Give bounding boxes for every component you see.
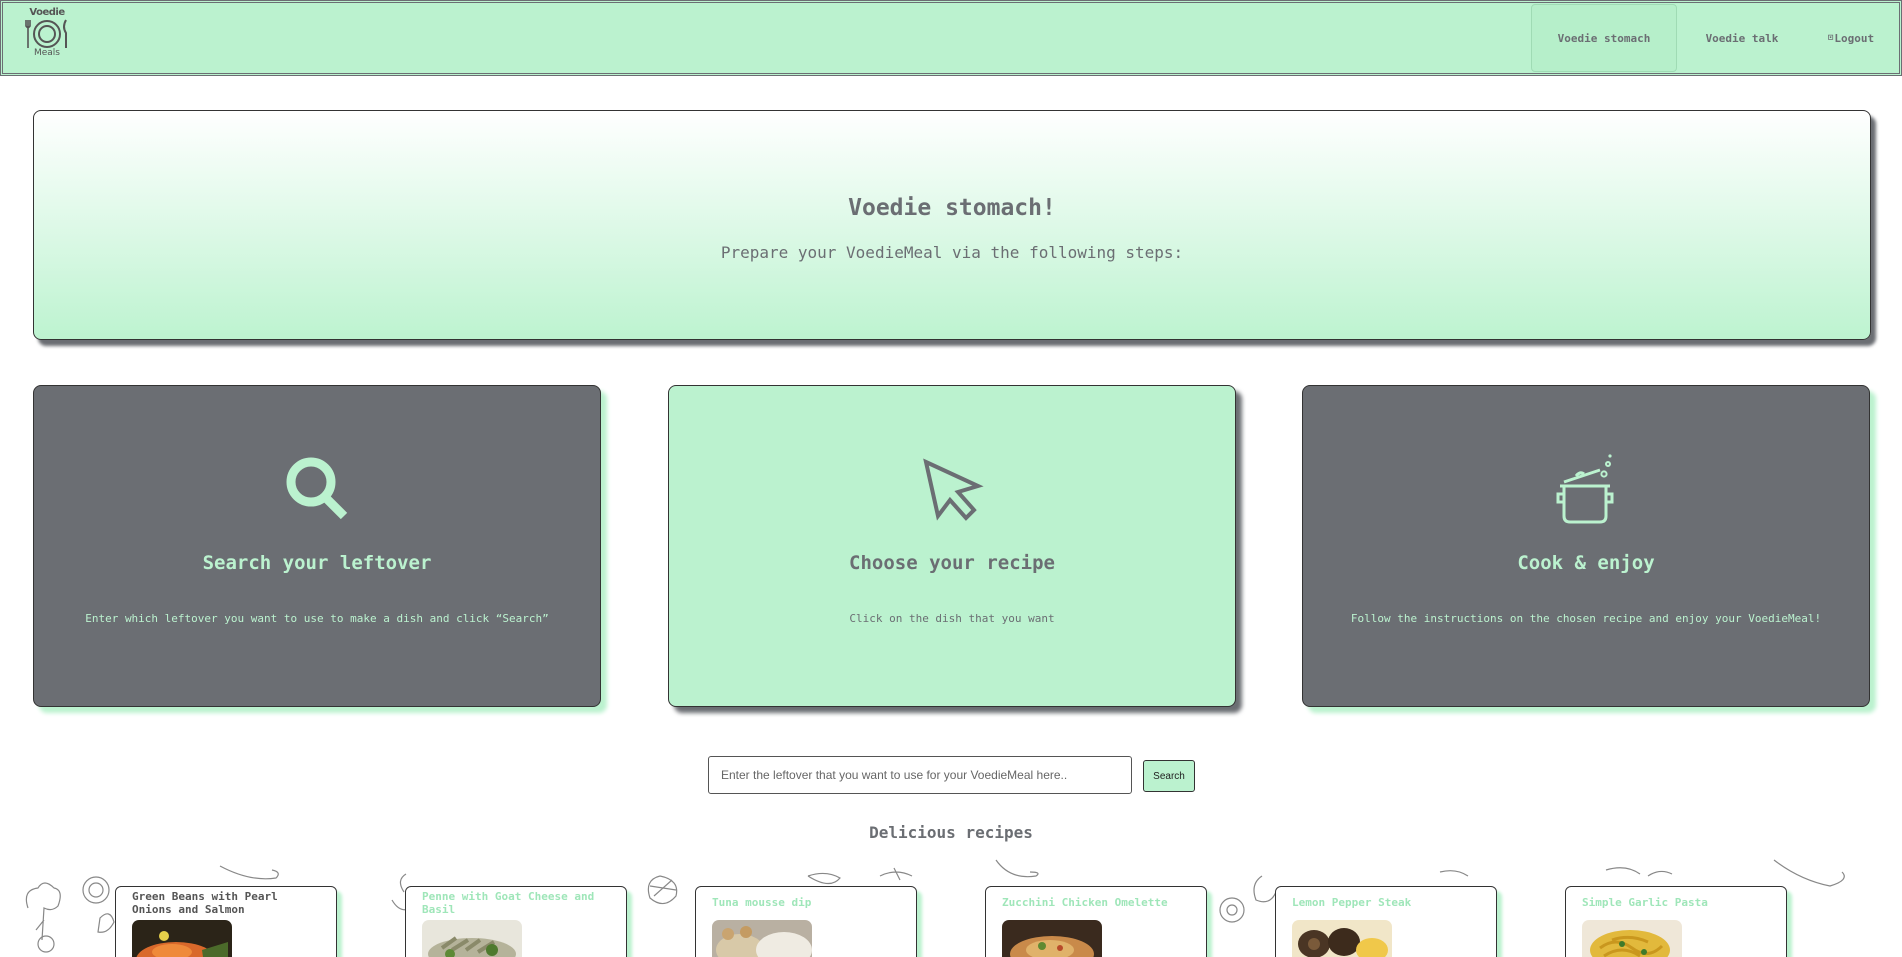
- nav-voedie-stomach[interactable]: Voedie stomach: [1531, 4, 1677, 72]
- magnifier-icon: [286, 457, 348, 520]
- recipe-card[interactable]: Zucchini Chicken Omelette: [985, 886, 1207, 957]
- navbar: Voedie Meals Voedie stomach Voedie talk …: [0, 0, 1902, 76]
- recipe-title: Tuna mousse dip: [712, 896, 812, 909]
- logo-text-bottom: Meals: [33, 48, 60, 58]
- recipe-card[interactable]: Simple Garlic Pasta: [1565, 886, 1787, 957]
- recipe-card[interactable]: Green Beans with Pearl Onions and Salmon: [115, 886, 337, 957]
- step-title: Cook & enjoy: [1517, 552, 1655, 574]
- recipe-image: [1002, 920, 1102, 957]
- hero-subtitle: Prepare your VoedieMeal via the followin…: [720, 243, 1184, 262]
- recipe-card[interactable]: Lemon Pepper Steak: [1275, 886, 1497, 957]
- plate-cutlery-icon: [25, 19, 67, 48]
- recipe-title: Zucchini Chicken Omelette: [1002, 896, 1168, 909]
- recipe-title: Simple Garlic Pasta: [1582, 896, 1708, 909]
- recipes-heading: Delicious recipes: [869, 823, 1033, 842]
- hero-title: Voedie stomach!: [848, 195, 1056, 221]
- recipe-card[interactable]: Penne with Goat Cheese and Basil: [405, 886, 627, 957]
- recipe-image: [1582, 920, 1682, 957]
- step-description: Follow the instructions on the chosen re…: [1350, 612, 1822, 625]
- nav-menu: Voedie stomach Voedie talk ⊡ Logout: [1531, 3, 1899, 73]
- step-title: Choose your recipe: [849, 552, 1055, 574]
- recipe-card[interactable]: Tuna mousse dip: [695, 886, 917, 957]
- recipe-image: [1292, 920, 1392, 957]
- search-button[interactable]: Search: [1143, 760, 1195, 792]
- logout-label: Logout: [1834, 31, 1875, 45]
- recipe-title: Lemon Pepper Steak: [1292, 896, 1412, 909]
- step-description: Click on the dish that you want: [849, 612, 1055, 625]
- leftover-search-input[interactable]: [708, 756, 1132, 794]
- recipe-title: Penne with Goat Cheese and Basil: [422, 890, 595, 916]
- voedie-meals-logo[interactable]: Voedie Meals: [21, 7, 73, 69]
- hero-banner: Voedie stomach! Prepare your VoedieMeal …: [33, 110, 1871, 340]
- step-title: Search your leftover: [202, 552, 432, 574]
- recipe-image: [132, 920, 232, 957]
- cursor-icon: [923, 458, 984, 521]
- recipe-image: [422, 920, 522, 957]
- cooking-pot-icon: [1556, 454, 1614, 524]
- recipe-image: [712, 920, 812, 957]
- step-description: Enter which leftover you want to use to …: [85, 612, 549, 625]
- logout-icon: ⊡: [1827, 33, 1834, 43]
- logout-link[interactable]: ⊡ Logout: [1803, 4, 1899, 72]
- step-card-search: Search your leftover Enter which leftove…: [33, 385, 601, 707]
- nav-voedie-talk[interactable]: Voedie talk: [1681, 4, 1803, 72]
- step-card-cook: Cook & enjoy Follow the instructions on …: [1302, 385, 1870, 707]
- recipe-title: Green Beans with Pearl Onions and Salmon: [132, 890, 278, 916]
- step-card-choose: Choose your recipe Click on the dish tha…: [668, 385, 1236, 707]
